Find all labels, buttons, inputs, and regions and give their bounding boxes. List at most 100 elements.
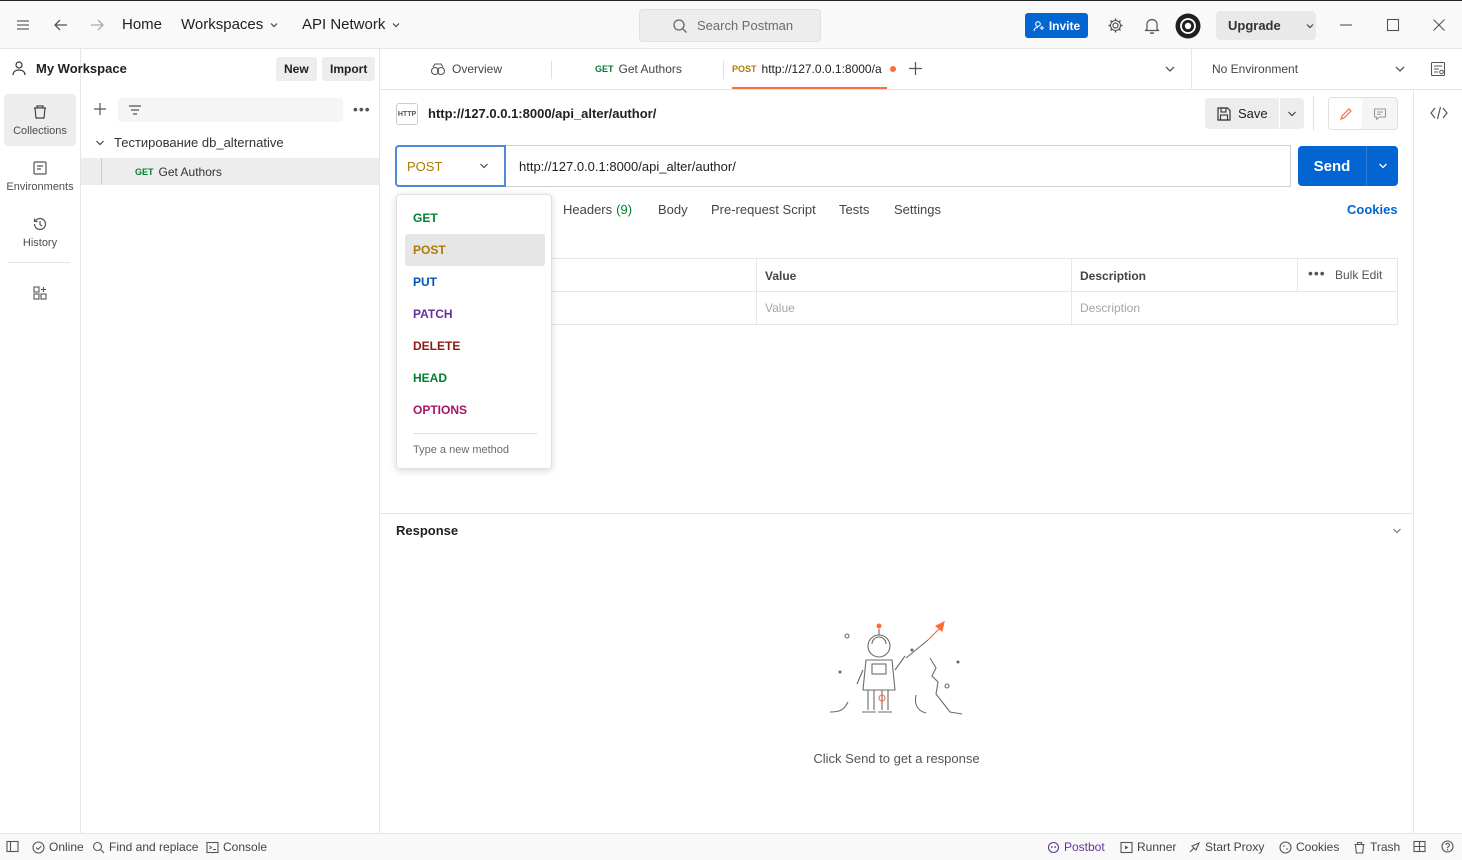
save-button[interactable]: Save [1205,98,1279,129]
method-select[interactable]: POST [395,145,506,187]
environment-selector[interactable]: No Environment [1192,49,1412,89]
view-mode-toggle [1328,97,1398,130]
cookies-button[interactable]: Cookies [1279,840,1339,854]
send-options-button[interactable] [1367,146,1398,186]
method-option-patch[interactable]: PATCH [405,298,545,330]
collection-item[interactable]: Тестирование db_alternative [95,135,284,150]
notification-bell-icon[interactable] [1144,17,1160,34]
new-method-input[interactable]: Type a new method [413,444,509,456]
environment-label: No Environment [1212,62,1299,76]
rail-item-collections[interactable]: Collections [4,94,76,146]
trash-button[interactable]: Trash [1353,840,1400,854]
method-option-head[interactable]: HEAD [405,362,545,394]
rail-item-environments[interactable]: Environments [4,150,76,202]
chevron-down-icon [1395,66,1405,72]
import-button[interactable]: Import [322,57,376,81]
table-more-icon[interactable]: ••• [1308,265,1326,281]
postbot-icon [1047,841,1060,853]
unsaved-indicator [889,66,896,72]
search-input[interactable]: Search Postman [639,9,821,42]
tab-headers[interactable]: Headers (9) [563,202,632,217]
filter-input[interactable] [118,98,343,122]
settings-gear-icon[interactable] [1107,17,1124,34]
search-placeholder: Search Postman [697,18,794,33]
pencil-icon [1339,107,1352,120]
two-pane-layout-icon[interactable] [1413,840,1426,853]
console-icon [206,841,219,853]
avatar[interactable] [1175,13,1201,39]
invite-button[interactable]: Invite [1025,13,1088,38]
maximize-window-icon[interactable] [1386,18,1400,32]
upgrade-button[interactable]: Upgrade [1216,11,1316,40]
forward-arrow-icon[interactable] [89,17,105,33]
runner-label: Runner [1137,840,1177,854]
tab-settings[interactable]: Settings [894,202,941,217]
runner-button[interactable]: Runner [1120,840,1176,854]
request-title[interactable]: http://127.0.0.1:8000/api_alter/author/ [428,106,656,121]
chevron-down-icon [1378,163,1387,169]
chevron-down-icon [1288,111,1296,116]
tab-body[interactable]: Body [658,202,688,217]
invite-label: Invite [1048,18,1081,33]
table-row-divider [550,291,1398,292]
search-icon [673,18,687,33]
help-icon[interactable] [1441,840,1454,853]
menu-icon[interactable] [15,17,31,33]
tab-post-request[interactable]: POST http://127.0.0.1:8000/a [732,49,896,89]
tab-tests[interactable]: Tests [839,202,869,217]
http-request-icon: HTTP [396,103,418,125]
tabs-overflow-chevron-icon[interactable] [1164,63,1176,75]
method-option-get[interactable]: GET [405,202,545,234]
add-collection-icon[interactable] [93,102,107,116]
online-status[interactable]: Online [32,840,84,854]
method-option-delete[interactable]: DELETE [405,330,545,362]
table-col-divider [1297,259,1298,291]
more-options-icon[interactable]: ••• [353,101,371,117]
save-options-button[interactable] [1280,98,1304,129]
edit-mode-button[interactable] [1329,98,1362,129]
workspaces-menu[interactable]: Workspaces [181,16,279,33]
sidebar-request-item[interactable]: GET Get Authors [81,158,379,185]
minimize-window-icon[interactable] [1339,18,1353,32]
description-column-header: Description [1080,269,1147,283]
cookies-link[interactable]: Cookies [1347,202,1398,217]
comments-button[interactable] [1362,98,1397,129]
chevron-down-icon [96,140,104,145]
configure-sidebar-icon[interactable] [32,285,48,301]
toggle-sidebar-icon[interactable] [6,840,19,853]
tab-overview-label: Overview [452,62,503,76]
new-button[interactable]: New [276,57,317,81]
url-input[interactable]: http://127.0.0.1:8000/api_alter/author/ [506,145,1291,187]
code-snippet-icon[interactable] [1430,106,1448,120]
find-replace-button[interactable]: Find and replace [92,840,198,854]
send-button[interactable]: Send [1298,146,1366,186]
tab-overview[interactable]: Overview [430,49,502,89]
method-option-options[interactable]: OPTIONS [405,394,545,426]
tab-get-authors[interactable]: GET Get Authors [595,49,682,89]
rail-label-collections: Collections [13,124,67,137]
method-option-post[interactable]: POST [405,234,545,266]
back-arrow-icon[interactable] [53,17,69,33]
description-input[interactable]: Description [1080,301,1140,315]
environment-quick-look-icon[interactable] [1430,61,1446,77]
request-method-badge: GET [135,166,154,177]
rail-label-environments: Environments [6,180,74,193]
close-window-icon[interactable] [1432,18,1446,32]
console-button[interactable]: Console [206,840,267,854]
method-option-put[interactable]: PUT [405,266,545,298]
check-circle-icon [32,840,45,854]
api-network-menu[interactable]: API Network [302,16,401,33]
start-proxy-button[interactable]: Start Proxy [1188,840,1264,854]
tab-post-request-label: http://127.0.0.1:8000/a [761,62,882,76]
rail-divider [8,262,70,263]
new-tab-plus-icon[interactable] [908,61,923,76]
rail-item-history[interactable]: History [4,206,76,258]
bulk-edit-button[interactable]: Bulk Edit [1335,268,1382,282]
right-rail [1413,90,1462,833]
value-input[interactable]: Value [765,301,795,315]
method-dropdown-menu: GET POST PUT PATCH DELETE HEAD OPTIONS T… [396,194,552,469]
collapse-response-chevron-icon[interactable] [1392,526,1402,536]
postbot-button[interactable]: Postbot [1047,840,1105,854]
home-link[interactable]: Home [122,16,162,33]
tab-pre-request-script[interactable]: Pre-request Script [711,202,816,217]
